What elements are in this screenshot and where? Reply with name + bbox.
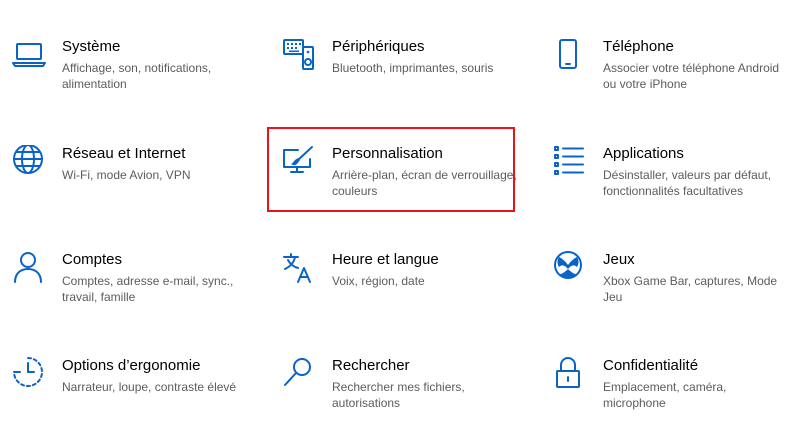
globe-icon <box>12 145 46 179</box>
tile-reseau-internet[interactable]: Réseau et Internet Wi-Fi, mode Avion, VP… <box>12 145 262 225</box>
tile-jeux[interactable]: Jeux Xbox Game Bar, captures, Mode Jeu <box>553 251 788 331</box>
tile-rechercher[interactable]: Rechercher Rechercher mes fichiers, auto… <box>282 357 532 437</box>
phone-icon <box>553 38 587 72</box>
tile-description: Emplacement, caméra, microphone <box>603 380 727 410</box>
tile-title: Confidentialité <box>603 357 699 374</box>
tile-description: Désinstaller, valeurs par défaut, foncti… <box>603 168 772 198</box>
tile-telephone[interactable]: Téléphone Associer votre téléphone Andro… <box>553 38 788 118</box>
laptop-icon <box>12 38 46 72</box>
tile-description: Xbox Game Bar, captures, Mode Jeu <box>603 274 778 304</box>
tile-description: Bluetooth, imprimantes, souris <box>332 61 494 75</box>
tile-systeme[interactable]: Système Affichage, son, notifications, a… <box>12 38 262 118</box>
tile-description: Narrateur, loupe, contraste élevé <box>62 380 237 394</box>
lock-icon <box>553 357 587 391</box>
tile-title: Heure et langue <box>332 251 439 268</box>
ease-of-access-icon <box>12 357 46 391</box>
tile-description: Affichage, son, notifications, alimentat… <box>62 61 212 91</box>
tile-confidentialite[interactable]: Confidentialité Emplacement, caméra, mic… <box>553 357 788 437</box>
tile-description: Rechercher mes fichiers, autorisations <box>332 380 465 410</box>
paintbrush-monitor-icon <box>282 145 316 179</box>
tile-description: Wi-Fi, mode Avion, VPN <box>62 168 191 182</box>
tile-title: Rechercher <box>332 357 410 374</box>
tile-title: Réseau et Internet <box>62 145 186 162</box>
tile-title: Comptes <box>62 251 123 268</box>
tile-peripheriques[interactable]: Périphériques Bluetooth, imprimantes, so… <box>282 38 532 118</box>
tile-comptes[interactable]: Comptes Comptes, adresse e-mail, sync., … <box>12 251 262 331</box>
tile-applications[interactable]: Applications Désinstaller, valeurs par d… <box>553 145 788 225</box>
tile-description: Associer votre téléphone Android ou votr… <box>603 61 780 91</box>
tile-title: Options d’ergonomie <box>62 357 201 374</box>
keyboard-speaker-icon <box>282 38 316 72</box>
tile-description: Voix, région, date <box>332 274 425 288</box>
tile-heure-langue[interactable]: Heure et langue Voix, région, date <box>282 251 532 331</box>
person-icon <box>12 251 46 285</box>
tile-options-ergonomie[interactable]: Options d’ergonomie Narrateur, loupe, co… <box>12 357 262 437</box>
tile-title: Téléphone <box>603 38 674 55</box>
tile-title: Système <box>62 38 121 55</box>
app-list-icon <box>553 145 587 179</box>
xbox-icon <box>553 251 587 285</box>
tile-title: Jeux <box>603 251 635 268</box>
tile-title: Périphériques <box>332 38 425 55</box>
tile-title: Personnalisation <box>332 145 443 162</box>
search-icon <box>282 357 316 391</box>
tile-description: Comptes, adresse e-mail, sync., travail,… <box>62 274 234 304</box>
tile-description: Arrière-plan, écran de verrouillage, cou… <box>332 168 517 198</box>
tile-title: Applications <box>603 145 684 162</box>
tile-personnalisation[interactable]: Personnalisation Arrière-plan, écran de … <box>282 145 532 225</box>
language-icon <box>282 251 316 285</box>
